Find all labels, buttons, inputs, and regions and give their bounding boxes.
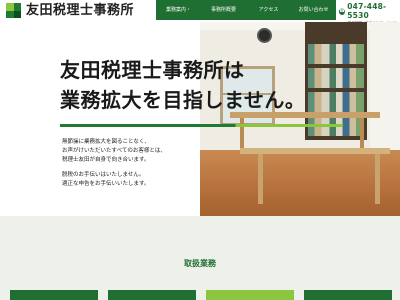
site-header: 友田税理士事務所 業務案内・ 事務所概要 アクセス お問い合わせ ☎ 047-4… (0, 0, 400, 25)
hero-text-line: 無節操に業務拡大を図ることなく、 (62, 139, 150, 145)
site-logo[interactable]: 友田税理士事務所 (6, 3, 134, 18)
hero-text-line: 脱税のお手伝いはいたしません。 (62, 172, 145, 178)
nav-item-about[interactable]: 事務所概要 (201, 0, 246, 20)
main-nav: 業務案内・ 事務所概要 アクセス お問い合わせ (156, 0, 336, 20)
hero-heading: 友田税理士事務所は 業務拡大を目指しません。 (60, 55, 305, 115)
logo-text: 友田税理士事務所 (26, 3, 135, 18)
logo-mark-icon (6, 3, 21, 18)
nav-item-access[interactable]: アクセス (246, 0, 291, 20)
hero-heading-line2: 業務拡大を目指しません。 (60, 88, 306, 112)
service-card[interactable] (304, 290, 392, 300)
phone-contact[interactable]: ☎ 047-448-5530 受付時間：平日 10:00〜19:00 (336, 0, 400, 25)
hero-section: 友田税理士事務所は 業務拡大を目指しません。 無節操に業務拡大を図ることなく、 … (0, 22, 400, 216)
service-cards (10, 290, 394, 300)
services-heading: 取扱業務 (184, 259, 216, 268)
nav-item-services[interactable]: 業務案内・ (156, 0, 201, 20)
service-card[interactable] (10, 290, 98, 300)
hero-text-line: 税理士友田が自身で向き合います。 (62, 157, 150, 163)
nav-item-contact[interactable]: お問い合わせ (291, 0, 336, 20)
services-section: 取扱業務 (0, 216, 400, 300)
phone-number[interactable]: 047-448-5530 (347, 2, 397, 20)
hero-text-line: 適正な申告をお手伝いいたします。 (62, 181, 150, 187)
hero-text-line: お声がけいただいたすべてのお客様とは、 (62, 148, 166, 154)
phone-icon: ☎ (339, 7, 346, 15)
wall-clock-image (257, 28, 272, 43)
service-card[interactable] (206, 290, 294, 300)
hero-divider (60, 124, 343, 127)
service-card[interactable] (108, 290, 196, 300)
hero-heading-line1: 友田税理士事務所は (60, 58, 245, 82)
bookshelf-image (305, 22, 367, 140)
hero-description: 無節操に業務拡大を図ることなく、 お声がけいただいたすべてのお客様とは、 税理士… (62, 138, 166, 195)
office-interior-photo (200, 22, 400, 216)
